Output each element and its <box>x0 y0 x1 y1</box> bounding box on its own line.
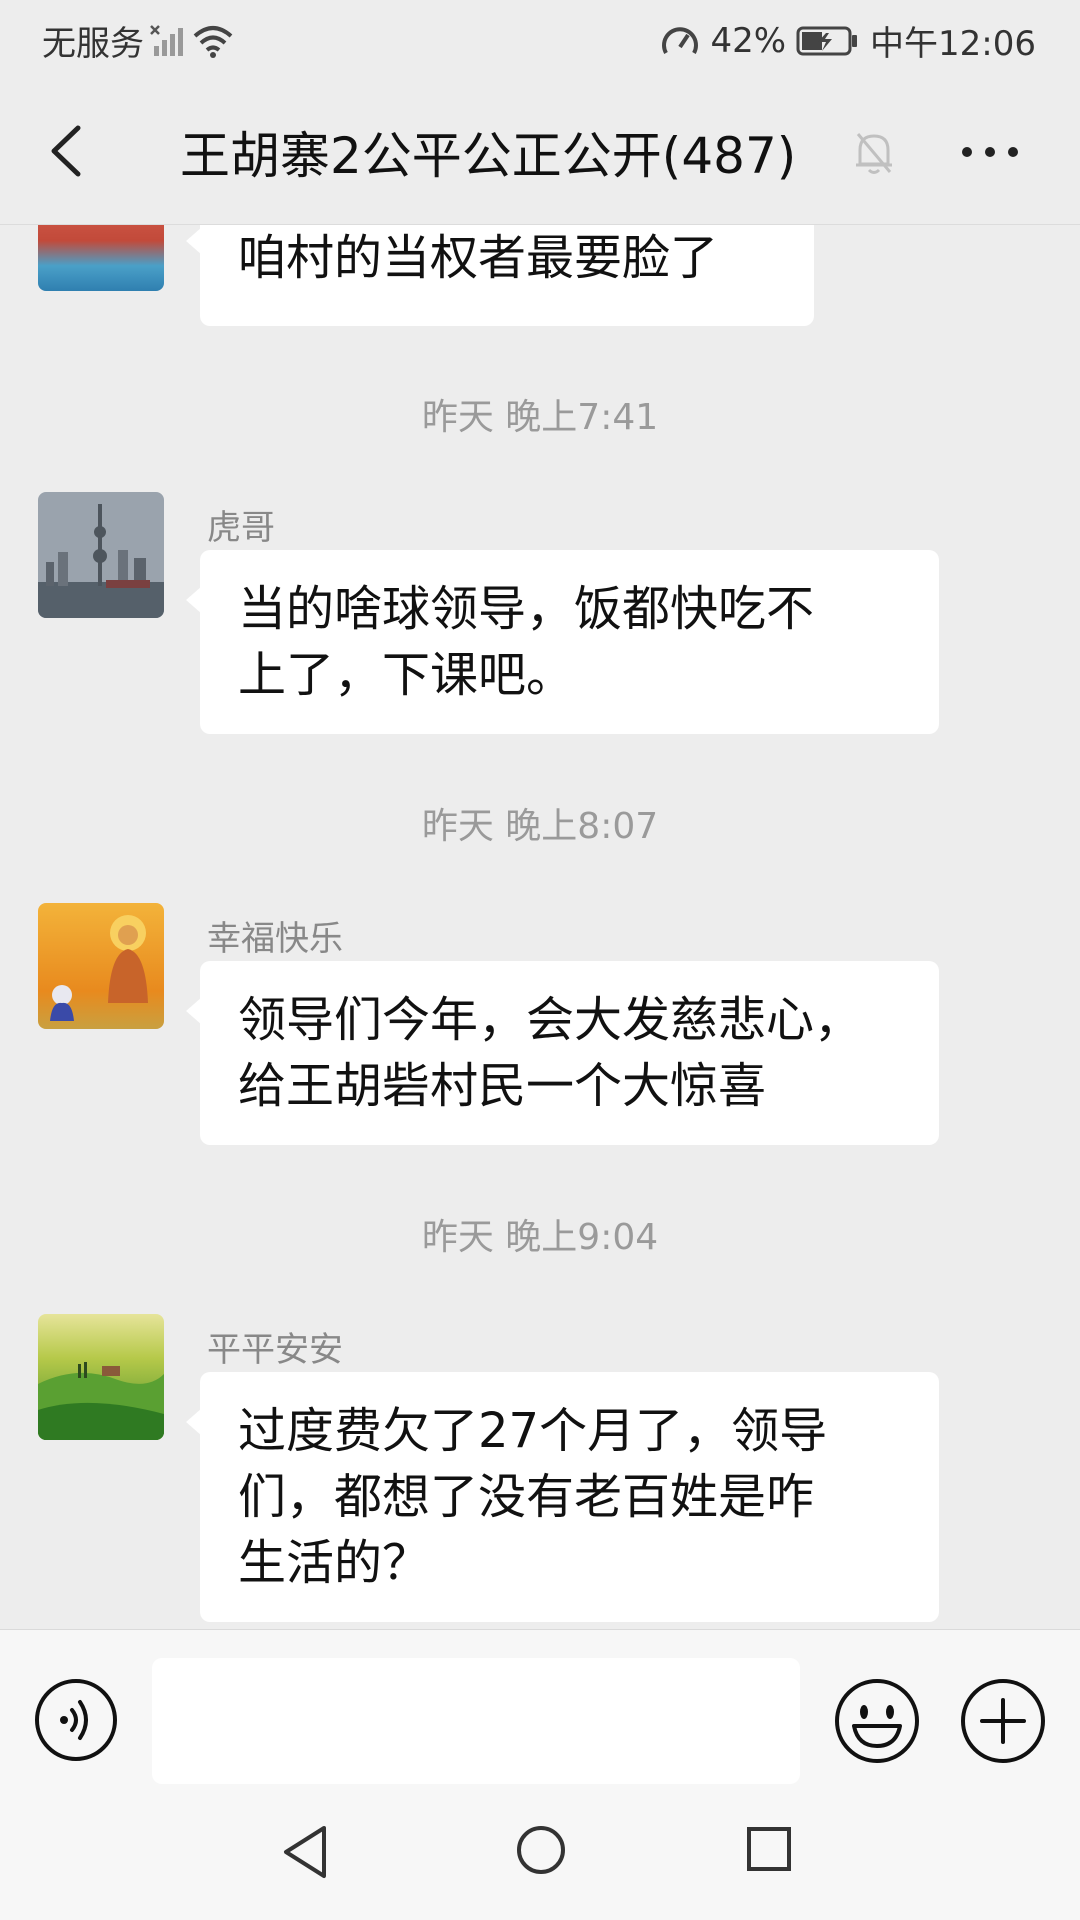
avatar-image <box>38 1314 164 1440</box>
avatar-image <box>38 492 164 618</box>
avatar[interactable] <box>38 492 164 618</box>
message-timestamp: 昨天 晚上7:41 <box>421 397 659 438</box>
message-bubble[interactable]: 领导们今年，会大发慈悲心， 给王胡砦村民一个大惊喜 <box>186 961 939 1145</box>
back-button[interactable] <box>40 116 100 186</box>
status-left: 无服务 <box>42 16 234 65</box>
input-bar <box>0 1629 1080 1785</box>
message-bubble[interactable]: 咱村的当权者最要脸了 <box>186 225 814 326</box>
nav-recent-apps-icon[interactable] <box>746 1826 792 1872</box>
message-timestamp: 昨天 晚上8:07 <box>421 806 659 847</box>
message-line: 领导们今年，会大发慈悲心， <box>238 992 863 1048</box>
message-line: 当的啥球领导，饭都快吃不 <box>238 581 815 637</box>
message-input[interactable] <box>152 1658 800 1784</box>
mute-bell-icon <box>856 133 892 174</box>
nav-back-icon[interactable] <box>280 1824 332 1880</box>
voice-input-button[interactable] <box>34 1678 118 1762</box>
clock: 中午12:06 <box>870 24 1036 64</box>
more-options-button[interactable] <box>955 132 1025 172</box>
sender-name: 平平安安 <box>207 1330 343 1370</box>
message-bubble[interactable]: 过度费欠了27个月了，领导 们，都想了没有老百姓是咋 生活的？ <box>186 1372 939 1622</box>
message-timestamp: 昨天 晚上9:04 <box>421 1217 659 1258</box>
message-bubble[interactable]: 当的啥球领导，饭都快吃不 上了，下课吧。 <box>186 550 939 734</box>
avatar[interactable] <box>38 1314 164 1440</box>
status-right: 42% 中午12:06 <box>660 16 1036 65</box>
plus-more-button[interactable] <box>960 1678 1046 1764</box>
message-line: 给王胡砦村民一个大惊喜 <box>238 1058 767 1114</box>
message-line: 生活的？ <box>238 1535 431 1591</box>
nav-home-icon[interactable] <box>515 1824 567 1876</box>
chat-header: 王胡寨2公平公正公开(487) <box>0 76 1080 225</box>
battery-icon <box>796 26 858 55</box>
system-navigation-bar <box>0 1784 1080 1920</box>
avatar-image <box>38 903 164 1029</box>
message-line: 上了，下课吧。 <box>238 647 575 703</box>
wifi-icon <box>193 25 233 58</box>
avatar-image <box>38 225 164 291</box>
chat-title: 王胡寨2公平公正公开(487) <box>180 127 797 185</box>
message-line: 们，都想了没有老百姓是咋 <box>238 1469 815 1525</box>
avatar[interactable] <box>38 225 164 291</box>
chat-message-list[interactable]: 咱村的当权者最要脸了 昨天 晚上7:41 虎哥 当的啥球领导，饭都快吃不 上了，… <box>0 225 1080 1629</box>
message-line: 过度费欠了27个月了，领导 <box>238 1403 828 1459</box>
speed-icon <box>662 26 699 54</box>
no-signal-icon <box>150 24 183 56</box>
carrier-label: 无服务 <box>42 24 144 64</box>
sender-name: 幸福快乐 <box>207 919 343 959</box>
emoji-button[interactable] <box>834 1678 920 1764</box>
message-text: 咱村的当权者最要脸了 <box>238 230 719 286</box>
battery-percent: 42% <box>710 20 787 61</box>
status-bar: 无服务 42% 中午12:06 <box>0 0 1080 76</box>
avatar[interactable] <box>38 903 164 1029</box>
sender-name: 虎哥 <box>207 508 275 548</box>
